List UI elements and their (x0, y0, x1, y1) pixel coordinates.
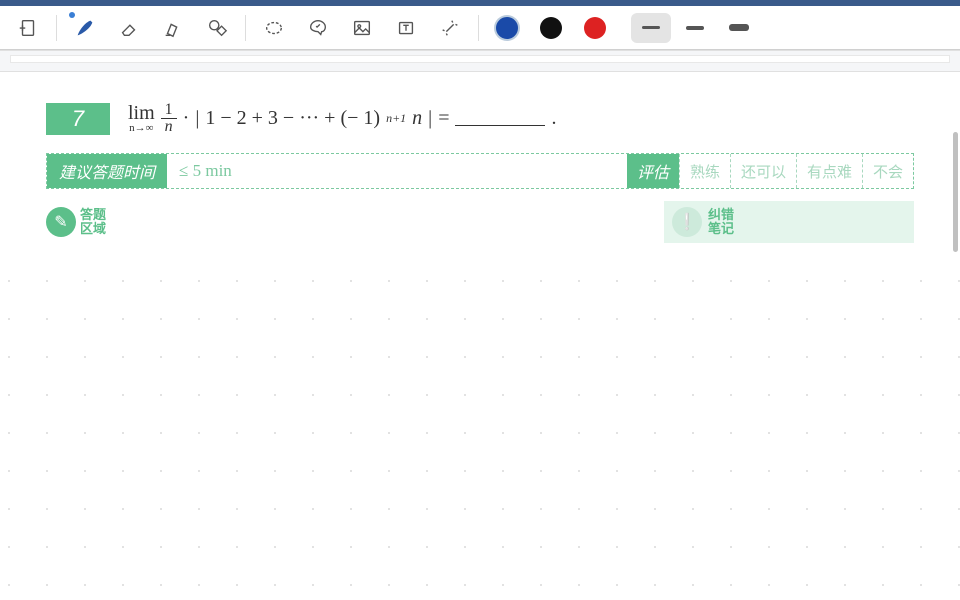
pen-tool[interactable] (65, 10, 105, 46)
eval-opt-3[interactable]: 不会 (862, 154, 913, 188)
page-canvas[interactable]: 7 limn→∞ 1n · | 1 − 2 + 3 − ··· + (− 1)n… (0, 72, 960, 600)
exclaim-icon: ❕ (672, 207, 702, 237)
time-value: ≤ 5 min (167, 154, 627, 188)
insert-page-tool[interactable] (8, 10, 48, 46)
eraser-tool[interactable] (109, 10, 149, 46)
answer-zone: ✎ 答题区域 (46, 201, 106, 243)
eval-opt-2[interactable]: 有点难 (796, 154, 862, 188)
image-tool[interactable] (342, 10, 382, 46)
lasso-tool[interactable] (254, 10, 294, 46)
toolbar (0, 6, 960, 50)
sticker-tool[interactable] (298, 10, 338, 46)
scrollbar[interactable] (953, 132, 958, 252)
laser-tool[interactable] (430, 10, 470, 46)
highlighter-tool[interactable] (153, 10, 193, 46)
divider (56, 15, 57, 41)
notes-zone: ❕ 纠错笔记 (664, 201, 914, 243)
time-label: 建议答题时间 (47, 154, 167, 188)
dot-grid (0, 252, 960, 600)
meta-bar: 建议答题时间 ≤ 5 min 评估 熟练 还可以 有点难 不会 (46, 153, 914, 189)
question-row: 7 limn→∞ 1n · | 1 − 2 + 3 − ··· + (− 1)n… (46, 102, 914, 135)
thickness-1[interactable] (631, 13, 671, 43)
color-blue[interactable] (487, 10, 527, 46)
thickness-3[interactable] (719, 13, 759, 43)
thickness-2[interactable] (675, 13, 715, 43)
eval-opt-1[interactable]: 还可以 (730, 154, 796, 188)
answer-blank (455, 112, 545, 126)
color-black[interactable] (531, 10, 571, 46)
pencil-icon: ✎ (46, 207, 76, 237)
divider (245, 15, 246, 41)
eval-opt-0[interactable]: 熟练 (679, 154, 730, 188)
shapes-tool[interactable] (197, 10, 237, 46)
eval-label: 评估 (627, 154, 679, 188)
question-number: 7 (46, 103, 110, 135)
divider (478, 15, 479, 41)
math-expression: limn→∞ 1n · | 1 − 2 + 3 − ··· + (− 1)n+1… (128, 102, 556, 135)
zones-row: ✎ 答题区域 ❕ 纠错笔记 (46, 201, 914, 243)
page-gap (0, 50, 960, 72)
color-red[interactable] (575, 10, 615, 46)
text-tool[interactable] (386, 10, 426, 46)
